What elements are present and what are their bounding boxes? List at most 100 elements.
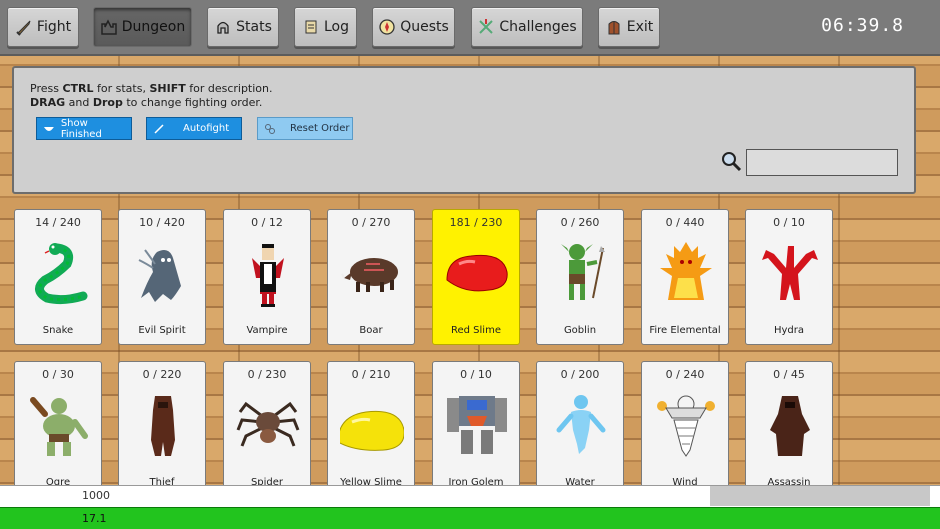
monster-name: Goblin (563, 325, 597, 336)
kill-count: 14 / 240 (35, 216, 81, 229)
monster-card-evil-spirit[interactable]: 10 / 420 Evil Spirit (118, 209, 206, 345)
kill-count: 0 / 10 (773, 216, 805, 229)
exit-label: Exit (626, 19, 654, 35)
kill-count: 0 / 240 (665, 368, 705, 381)
monster-card-red-slime[interactable]: 181 / 230 Red Slime (432, 209, 520, 345)
scroll-icon (305, 20, 317, 34)
log-label: Log (323, 19, 349, 35)
monster-name: Fire Elemental (649, 325, 721, 336)
helmet-icon (217, 21, 229, 34)
drag-label: DRAG (30, 96, 66, 109)
exit-button[interactable]: Exit (598, 7, 660, 47)
kill-count: 0 / 45 (773, 368, 805, 381)
compass-icon (379, 19, 395, 35)
monster-grid: 14 / 240 Snake 10 / 420 Evil Spirit 0 / … (14, 209, 844, 485)
monster-card-yellow-slime[interactable]: 0 / 210 Yellow Slime (327, 361, 415, 485)
monster-card-thief[interactable]: 0 / 220 Thief (118, 361, 206, 485)
ogre-icon (30, 397, 88, 456)
monster-name: Wind (672, 477, 698, 485)
kill-count: 0 / 220 (142, 368, 182, 381)
top-nav-bar: Fight Dungeon Stats Log Quests Challenge… (0, 0, 940, 56)
monster-card-assassin[interactable]: 0 / 45 Assassin (745, 361, 833, 485)
health-bar: 1000 (0, 485, 940, 507)
monster-card-boar[interactable]: 0 / 270 Boar (327, 209, 415, 345)
help-text: Press CTRL for stats, SHIFT for descript… (30, 82, 273, 110)
monster-name: Ogre (45, 477, 71, 485)
monster-name: Vampire (246, 325, 288, 336)
yellow-slime-icon (340, 410, 404, 451)
monster-name: Red Slime (451, 325, 501, 336)
monster-card-iron-golem[interactable]: 0 / 10 Iron Golem (432, 361, 520, 485)
help-text-segment: to change fighting order. (122, 96, 263, 109)
bowl-icon (43, 126, 54, 131)
fight-button[interactable]: Fight (7, 7, 79, 47)
kill-count: 0 / 260 (560, 216, 600, 229)
monster-card-fire-elemental[interactable]: 0 / 440 Fire Elemental (641, 209, 729, 345)
vampire-icon (252, 244, 284, 307)
kill-count: 10 / 420 (139, 216, 185, 229)
monster-card-goblin[interactable]: 0 / 260 Goblin (536, 209, 624, 345)
log-button[interactable]: Log (294, 7, 357, 47)
goblin-icon (561, 244, 605, 300)
shift-key-label: SHIFT (149, 82, 186, 95)
monster-card-snake[interactable]: 14 / 240 Snake (14, 209, 102, 345)
monster-name: Assassin (767, 477, 811, 485)
challenges-button[interactable]: Challenges (471, 7, 583, 47)
wind-elemental-icon (657, 395, 715, 457)
kill-count: 0 / 30 (42, 368, 74, 381)
kill-count: 0 / 270 (351, 216, 391, 229)
dungeon-control-panel: Press CTRL for stats, SHIFT for descript… (12, 66, 916, 194)
progress-bar-value: 17.1 (82, 512, 107, 525)
stats-button[interactable]: Stats (207, 7, 279, 47)
hydra-icon (762, 246, 818, 300)
kill-count: 0 / 10 (460, 368, 492, 381)
help-text-segment: Press (30, 82, 63, 95)
magnifier-icon (722, 152, 742, 172)
show-finished-label: Show Finished (60, 117, 102, 140)
monster-name: Hydra (773, 325, 805, 336)
monster-name: Spider (250, 477, 284, 485)
kill-count: 0 / 12 (251, 216, 283, 229)
chains-icon (265, 123, 275, 134)
sword-small-icon (154, 123, 164, 134)
monster-name: Yellow Slime (340, 477, 402, 485)
sword-icon (16, 20, 31, 36)
dungeon-button[interactable]: Dungeon (93, 7, 192, 47)
quests-label: Quests (400, 19, 449, 35)
kill-count: 0 / 210 (351, 368, 391, 381)
kill-count: 181 / 230 (449, 216, 503, 229)
progress-bar: 17.1 (0, 507, 940, 529)
iron-golem-icon (447, 396, 507, 454)
snake-icon (35, 243, 88, 305)
monster-card-hydra[interactable]: 0 / 10 Hydra (745, 209, 833, 345)
monster-card-ogre[interactable]: 0 / 30 Ogre (14, 361, 102, 485)
kill-count: 0 / 440 (665, 216, 705, 229)
challenges-label: Challenges (499, 19, 577, 35)
monster-name: Iron Golem (448, 477, 504, 485)
reset-order-button[interactable]: Reset Order (257, 117, 353, 140)
assassin-icon (770, 396, 810, 456)
stats-label: Stats (236, 19, 272, 35)
fire-elemental-icon (660, 242, 712, 300)
show-finished-button[interactable]: Show Finished (36, 117, 132, 140)
help-text-segment: and (65, 96, 93, 109)
monster-card-wind[interactable]: 0 / 240 Wind (641, 361, 729, 485)
thief-icon (151, 396, 175, 456)
castle-icon (101, 19, 117, 35)
reset-order-label: Reset Order (290, 123, 350, 134)
dungeon-label: Dungeon (121, 19, 186, 35)
health-bar-empty (710, 486, 930, 506)
help-text-segment: for description. (185, 82, 273, 95)
door-icon (608, 21, 620, 35)
crossed-swords-icon (479, 19, 494, 34)
autofight-button[interactable]: Autofight (146, 117, 242, 140)
monster-card-water[interactable]: 0 / 200 Water (536, 361, 624, 485)
monster-card-spider[interactable]: 0 / 230 Spider (223, 361, 311, 485)
game-timer: 06:39.8 (821, 15, 904, 36)
kill-count: 0 / 230 (247, 368, 287, 381)
monster-search-input[interactable] (746, 149, 898, 176)
evil-spirit-icon (138, 249, 181, 302)
quests-button[interactable]: Quests (372, 7, 455, 47)
autofight-label: Autofight (183, 123, 230, 134)
monster-card-vampire[interactable]: 0 / 12 Vampire (223, 209, 311, 345)
